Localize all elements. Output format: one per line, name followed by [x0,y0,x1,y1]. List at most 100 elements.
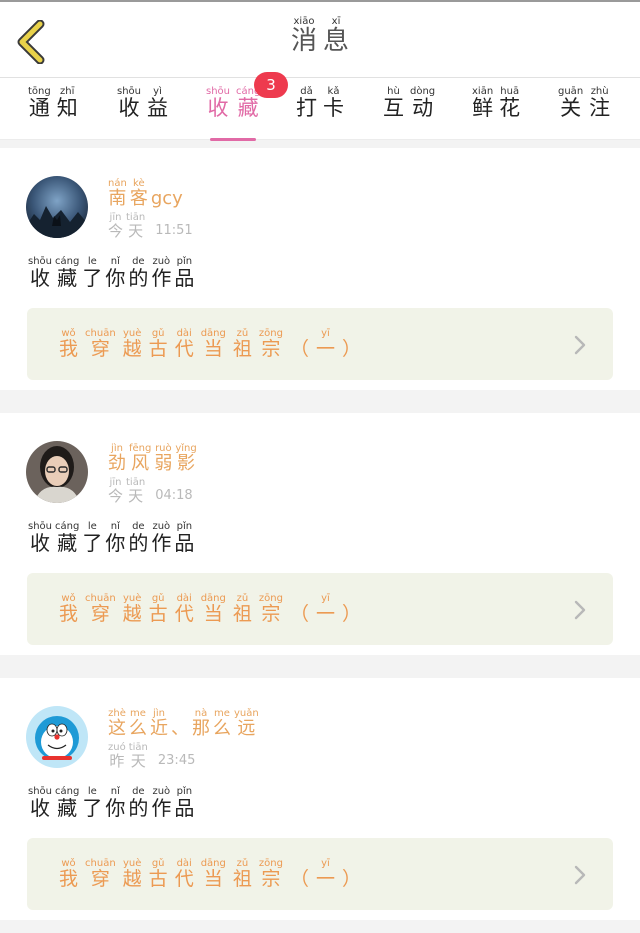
ruby-char: zuò 作 [151,786,171,819]
work-link[interactable]: wǒ 我 chuān 穿 yuè 越 gǔ 古 dài 代 dāng 当 zǔ 祖 zōng 宗 （ yī 一 ） [27,573,613,645]
hanzi: 这 [108,718,126,739]
night-wolf-avatar [26,176,88,238]
hanzi: 你 [105,796,126,820]
action-text: shōu 收 cáng 藏 le 了 nǐ 你 de 的 zuò 作 pǐn 品 [28,521,194,554]
hanzi: 益 [147,96,169,120]
hanzi: 今 [108,487,124,505]
avatar[interactable] [26,176,88,238]
ruby-char: gǔ 古 [149,858,168,890]
username-text: jìn 劲 fēng 风 ruò 弱 yǐng 影 [108,443,197,474]
avatar[interactable] [26,706,88,768]
ruby-char: zuò 作 [151,521,171,554]
username-text: nán 南 kè 客 gcy [108,178,183,209]
tab-char: xiān 鲜 [472,86,493,120]
ruby-char: cáng 藏 [55,256,79,289]
ruby-char: de 的 [128,786,148,819]
ruby-char: jìn 劲 [108,443,126,474]
action-text: shōu 收 cáng 藏 le 了 nǐ 你 de 的 zuò 作 pǐn 品 [28,786,194,819]
ruby-char: pǐn 品 [174,521,194,554]
ruby-char: chuān 穿 [85,593,116,625]
ruby-char: zuó 昨 [108,742,126,770]
tab-following[interactable]: guān 关 zhù 注 [558,86,610,136]
day-label: zuó 昨 tiān 天 [108,742,148,770]
work-link[interactable]: wǒ 我 chuān 穿 yuè 越 gǔ 古 dài 代 dāng 当 zǔ 祖 zōng 宗 （ yī 一 ） [27,838,613,910]
work-link[interactable]: wǒ 我 chuān 穿 yuè 越 gǔ 古 dài 代 dāng 当 zǔ 祖 zōng 宗 （ yī 一 ） [27,308,613,380]
action-line: shōu 收 cáng 藏 le 了 nǐ 你 de 的 zuò 作 pǐn 品 [28,786,194,819]
tab-char: huā 花 [499,86,520,120]
hanzi: （ [289,338,309,360]
hanzi: 我 [59,338,79,360]
title-char: xī 息 [323,16,349,56]
hanzi: 风 [131,453,150,474]
tab-flowers[interactable]: xiān 鲜 huā 花 [472,86,520,136]
hanzi: 收 [30,531,50,555]
time-text: 23:45 [157,752,196,768]
ruby-char: yuè 越 [123,328,142,360]
hanzi: 么 [213,718,231,739]
tab-label: shōu 收 yì 益 [117,86,168,120]
hanzi: 弱 [154,453,173,474]
ruby-char: 、 [171,719,189,739]
username-link[interactable]: zhè 这 me 么 jìn 近、 nà 那 me 么 yuǎn 远 [108,708,259,739]
hanzi: 息 [323,26,350,56]
hanzi: 打 [296,96,317,120]
ruby-char: shōu 收 [28,786,52,819]
ruby-char: yǐng 影 [175,443,196,474]
tab-earnings[interactable]: shōu 收 yì 益 [117,86,168,136]
girl-photo-avatar [26,441,88,503]
hanzi: 宗 [261,338,281,360]
work-title-text: wǒ 我 chuān 穿 yuè 越 gǔ 古 dài 代 dāng 当 zǔ 祖 zōng 宗 （ yī 一 ） [59,328,361,360]
chevron-right-icon [573,864,587,886]
ruby-char: le 了 [82,256,102,289]
ruby-char: me 么 [129,708,147,739]
tab-checkin[interactable]: dǎ 打 kǎ 卡 [296,86,344,136]
tab-char: yì 益 [147,86,168,120]
username-link[interactable]: jìn 劲 fēng 风 ruò 弱 yǐng 影 [108,443,197,474]
hanzi: 互 [383,96,404,120]
hanzi: 天 [130,752,146,770]
hanzi: 动 [412,96,434,120]
tab-char: kǎ 卡 [323,86,344,120]
hanzi: 品 [174,266,195,290]
hanzi: 通 [28,96,50,120]
hanzi: 天 [128,487,144,505]
ruby-char: yuè 越 [123,593,142,625]
timestamp: jīn 今 tiān 天 04:18 [108,477,193,505]
tab-notice[interactable]: tōng 通 zhī 知 [28,86,78,136]
time-text: 11:51 [155,222,193,238]
hanzi: 了 [82,796,103,820]
tab-char: zhī 知 [57,86,78,120]
ruby-char: wǒ 我 [59,858,78,890]
ruby-char: zōng 宗 [259,593,283,625]
app-header: xiāo 消 xī 息 [0,0,640,78]
tab-favorites[interactable]: shōu 收 cáng 藏 [206,86,260,141]
tab-interaction[interactable]: hù 互 dòng 动 [383,86,435,136]
day-label: jīn 今 tiān 天 [108,477,145,505]
tab-char: dòng 动 [410,86,435,120]
ruby-char: dài 代 [175,858,194,890]
ruby-char: pǐn 品 [174,786,194,819]
hanzi: 品 [174,531,195,555]
ruby-char: yī 一 [316,858,335,890]
work-title: wǒ 我 chuān 穿 yuè 越 gǔ 古 dài 代 dāng 当 zǔ 祖 zōng 宗 （ yī 一 ） [59,593,361,625]
ruby-char: ） [342,339,361,360]
hanzi: 收 [30,796,50,820]
ruby-char: dāng 当 [201,328,226,360]
ruby-char: dāng 当 [201,593,226,625]
hanzi: 越 [122,868,142,890]
avatar[interactable] [26,441,88,503]
ruby-char: tiān 天 [126,477,145,505]
ruby-char: tiān 天 [126,212,145,240]
hanzi: 花 [499,96,521,120]
username-link[interactable]: nán 南 kè 客 gcy [108,178,183,209]
ruby-char: shōu 收 [28,256,52,289]
ruby-char: ruò 弱 [154,443,172,474]
username-text: zhè 这 me 么 jìn 近、 nà 那 me 么 yuǎn 远 [108,708,259,739]
ruby-char: zhè 这 [108,708,126,739]
ruby-char: zǔ 祖 [233,593,252,625]
hanzi: 收 [30,266,50,290]
hanzi: ） [341,603,361,625]
hanzi: gcy [150,188,183,209]
hanzi: 一 [315,603,335,625]
ruby-char: cáng 藏 [55,786,79,819]
